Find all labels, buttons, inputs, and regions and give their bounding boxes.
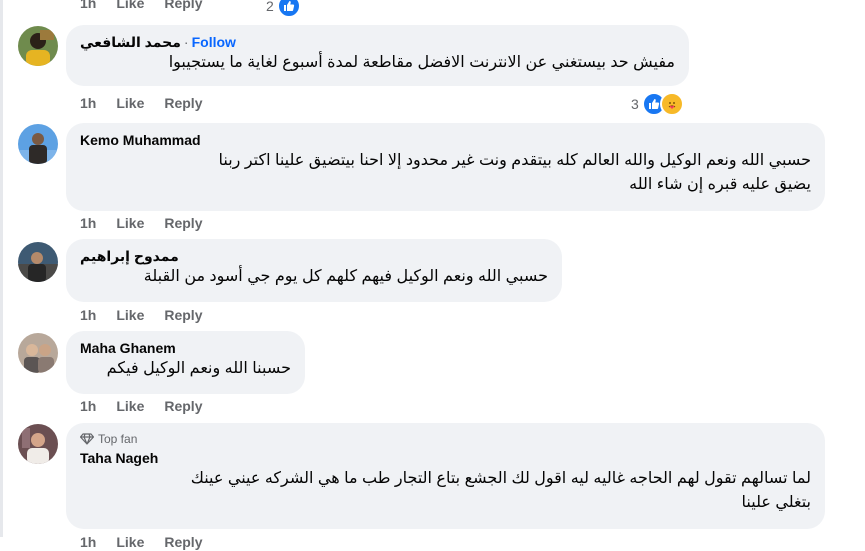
comment-time[interactable]: 1h — [80, 533, 96, 551]
avatar[interactable] — [18, 26, 58, 66]
left-edge — [0, 0, 3, 537]
comment-bubble: ممدوح إبراهيم حسبي الله ونعم الوكيل فيهم… — [66, 239, 562, 302]
author-row: Kemo Muhammad — [80, 131, 811, 149]
comment-time[interactable]: 1h — [80, 0, 96, 12]
comment-time[interactable]: 1h — [80, 94, 96, 112]
comment-line: بتغلي علينا — [741, 494, 811, 511]
like-action[interactable]: Like — [116, 214, 144, 232]
avatar[interactable] — [18, 124, 58, 164]
comment-bubble: Kemo Muhammad حسبي الله ونعم الوكيل والل… — [66, 123, 825, 211]
top-comment-actions: 1h Like Reply — [80, 0, 202, 12]
comment-line: لما تسالهم تقول لهم الحاجه غاليه ليه اقو… — [190, 470, 811, 487]
comment-text: لما تسالهم تقول لهم الحاجه غاليه ليه اقو… — [80, 467, 811, 515]
top-comment-reactions[interactable]: 2 — [266, 0, 301, 18]
comment-bubble: Top fan Taha Nageh لما تسالهم تقول لهم ا… — [66, 423, 825, 529]
top-fan-badge: Top fan — [80, 431, 811, 447]
comment-line: حسبي الله ونعم الوكيل والله العالم كله ب… — [218, 152, 811, 169]
like-icon — [276, 0, 301, 18]
separator-dot: · — [183, 34, 189, 50]
author-name[interactable]: Maha Ghanem — [80, 340, 176, 356]
comment-actions: 1h Like Reply — [80, 214, 202, 232]
comment-bubble: Maha Ghanem حسبنا الله ونعم الوكيل فيكم — [66, 331, 305, 394]
reply-action[interactable]: Reply — [164, 397, 202, 415]
comment-time[interactable]: 1h — [80, 306, 96, 324]
reply-action[interactable]: Reply — [164, 94, 202, 112]
author-name[interactable]: ممدوح إبراهيم — [80, 248, 179, 264]
comment-line: مفيش حد بيستغني عن الانترنت الافضل مقاطع… — [168, 54, 675, 71]
reply-action[interactable]: Reply — [164, 306, 202, 324]
like-action[interactable]: Like — [116, 0, 144, 12]
comment-line: حسبي الله ونعم الوكيل فيهم كلهم كل يوم ج… — [143, 268, 548, 285]
avatar[interactable] — [18, 424, 58, 464]
like-action[interactable]: Like — [116, 533, 144, 551]
care-icon — [659, 92, 684, 116]
author-name[interactable]: Taha Nageh — [80, 450, 158, 466]
comment-text: مفيش حد بيستغني عن الانترنت الافضل مقاطع… — [80, 51, 675, 75]
avatar[interactable] — [18, 333, 58, 373]
comment-actions: 1h Like Reply — [80, 397, 202, 415]
author-name[interactable]: محمد الشافعي — [80, 34, 181, 50]
author-name[interactable]: Kemo Muhammad — [80, 132, 201, 148]
comment-time[interactable]: 1h — [80, 214, 96, 232]
author-row: Maha Ghanem — [80, 339, 291, 357]
comment-bubble: محمد الشافعي · Follow مفيش حد بيستغني عن ا… — [66, 25, 689, 86]
like-action[interactable]: Like — [116, 306, 144, 324]
badge-label: Top fan — [98, 432, 138, 446]
like-action[interactable]: Like — [116, 397, 144, 415]
comment-actions: 1h Like Reply — [80, 94, 202, 112]
comment-line: يضيق عليه قبره إن شاء الله — [629, 176, 811, 193]
reaction-count: 3 — [631, 96, 639, 112]
follow-button[interactable]: Follow — [192, 34, 236, 50]
reaction-count: 2 — [266, 0, 274, 14]
diamond-icon — [80, 433, 94, 445]
reply-action[interactable]: Reply — [164, 533, 202, 551]
comment-time[interactable]: 1h — [80, 397, 96, 415]
like-action[interactable]: Like — [116, 94, 144, 112]
comment-text: حسبنا الله ونعم الوكيل فيكم — [80, 357, 291, 381]
reply-action[interactable]: Reply — [164, 214, 202, 232]
author-row: Taha Nageh — [80, 449, 811, 467]
comment-reactions[interactable]: 3 — [631, 92, 684, 116]
comment-actions: 1h Like Reply — [80, 533, 202, 551]
comment-actions: 1h Like Reply — [80, 306, 202, 324]
reply-action[interactable]: Reply — [164, 0, 202, 12]
author-row: ممدوح إبراهيم — [80, 247, 548, 265]
comment-text: حسبي الله ونعم الوكيل فيهم كلهم كل يوم ج… — [80, 265, 548, 289]
avatar[interactable] — [18, 242, 58, 282]
comment-line: حسبنا الله ونعم الوكيل فيكم — [106, 360, 291, 377]
author-row: محمد الشافعي · Follow — [80, 33, 675, 51]
comment-text: حسبي الله ونعم الوكيل والله العالم كله ب… — [80, 149, 811, 197]
